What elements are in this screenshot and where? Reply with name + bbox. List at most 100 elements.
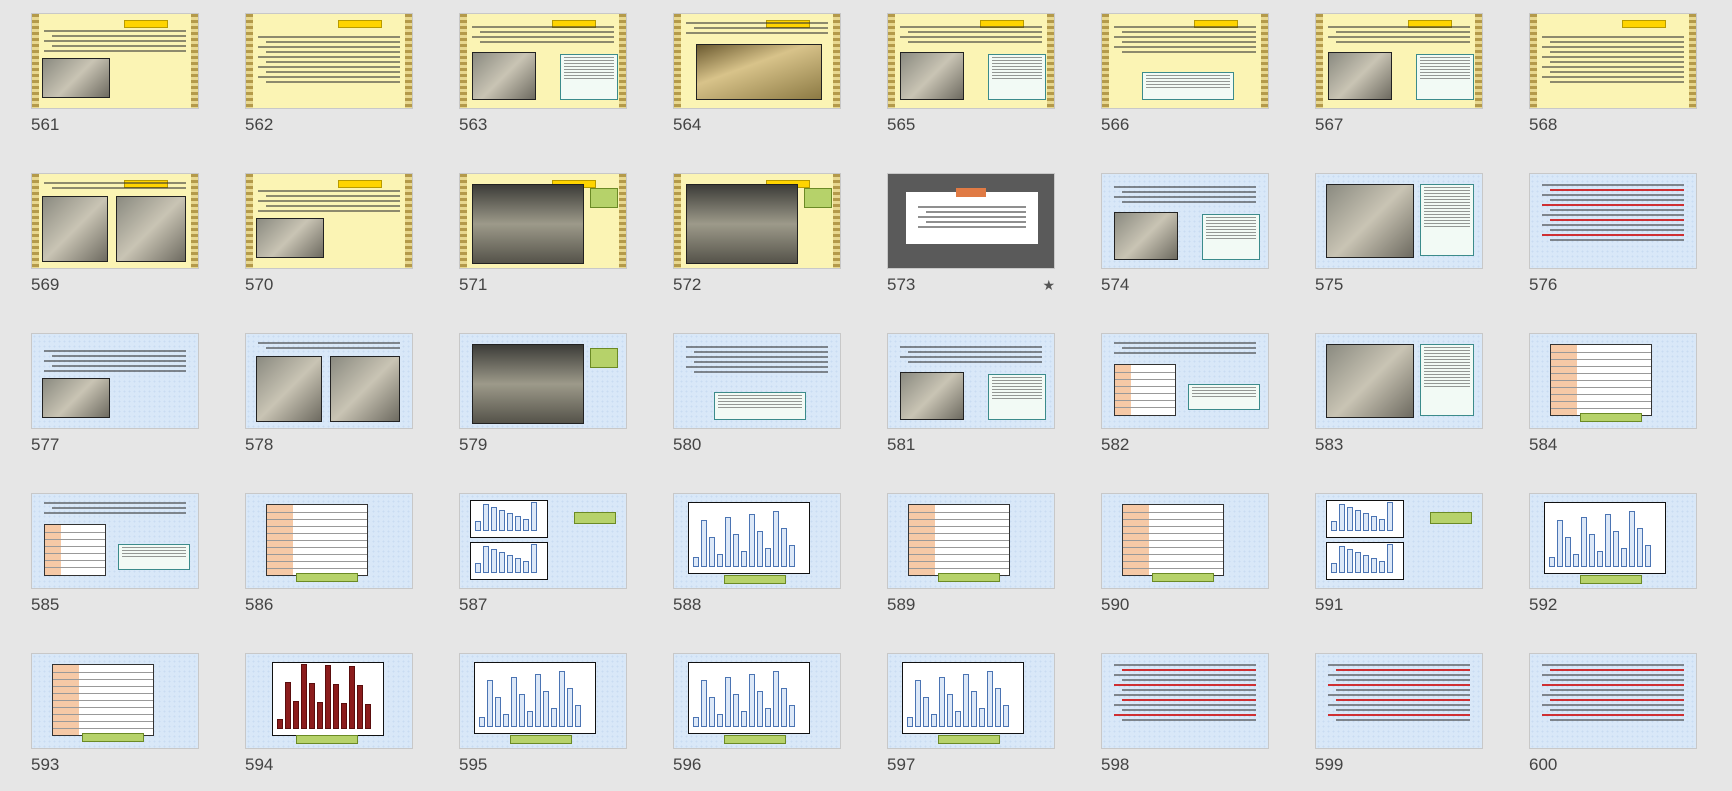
star-icon[interactable]: ★ — [1042, 277, 1055, 294]
slide-thumbnail[interactable] — [887, 493, 1055, 589]
slide-thumbnail[interactable] — [1315, 333, 1483, 429]
table — [52, 664, 154, 736]
slide-image — [1328, 52, 1392, 100]
text-lines — [686, 22, 828, 37]
slide-thumbnail[interactable] — [887, 333, 1055, 429]
slide-number: 581 — [887, 435, 916, 454]
slide-number: 586 — [245, 595, 274, 614]
slide-image — [42, 58, 110, 98]
slide-thumbnail[interactable] — [459, 173, 627, 269]
chart — [902, 662, 1024, 734]
slide-thumbnail[interactable] — [1529, 653, 1697, 749]
slide-thumbnail[interactable] — [245, 653, 413, 749]
slide-thumbnail[interactable] — [1101, 333, 1269, 429]
slide-thumbnail[interactable] — [459, 333, 627, 429]
slide-thumbnail[interactable] — [31, 493, 199, 589]
text-lines — [1114, 342, 1256, 357]
slide-thumbnail[interactable] — [887, 13, 1055, 109]
slide-thumbnail[interactable] — [245, 13, 413, 109]
slide-thumbnail[interactable] — [673, 13, 841, 109]
slide-thumbnail[interactable] — [31, 13, 199, 109]
slide-thumbnail[interactable] — [1101, 653, 1269, 749]
slide-thumbnail[interactable] — [1315, 653, 1483, 749]
table — [44, 524, 106, 576]
slide-thumbnail[interactable] — [1529, 173, 1697, 269]
slide-number: 573 — [887, 275, 916, 294]
text-lines — [1114, 26, 1256, 56]
slide-image — [472, 184, 584, 264]
slide-thumbnail[interactable] — [673, 493, 841, 589]
text-lines — [1542, 184, 1684, 244]
slide-thumbnail[interactable] — [459, 493, 627, 589]
text-lines — [258, 190, 400, 215]
text-lines — [900, 346, 1042, 366]
slide-thumbnail[interactable] — [887, 173, 1055, 269]
slide-thumbnail[interactable] — [673, 333, 841, 429]
slide-number: 574 — [1101, 275, 1130, 294]
chart — [1326, 500, 1404, 538]
table — [908, 504, 1010, 576]
slide-number: 561 — [31, 115, 60, 134]
slide-number: 564 — [673, 115, 702, 134]
slide-thumbnail[interactable] — [1315, 493, 1483, 589]
text-lines — [472, 26, 614, 46]
text-box — [1202, 214, 1260, 260]
slide-thumbnail[interactable] — [31, 333, 199, 429]
caption — [724, 735, 786, 744]
text-lines — [258, 342, 400, 352]
slide-number: 565 — [887, 115, 916, 134]
slide-image — [256, 356, 322, 422]
caption — [938, 573, 1000, 582]
slide-thumbnail[interactable] — [1529, 13, 1697, 109]
slide-thumbnail[interactable] — [1315, 13, 1483, 109]
label-box — [804, 188, 832, 208]
slide-thumbnail[interactable] — [245, 333, 413, 429]
slide-number: 600 — [1529, 755, 1558, 774]
slide-number: 566 — [1101, 115, 1130, 134]
text-lines — [686, 346, 828, 376]
table — [1122, 504, 1224, 576]
text-lines — [44, 182, 186, 192]
slide-thumbnail[interactable] — [1529, 493, 1697, 589]
slide-number: 582 — [1101, 435, 1130, 454]
slide-thumbnail[interactable] — [459, 13, 627, 109]
slide-image — [1326, 344, 1414, 418]
table — [1114, 364, 1176, 416]
slide-thumbnail[interactable] — [1101, 173, 1269, 269]
caption — [938, 735, 1000, 744]
slide-thumbnail[interactable] — [887, 653, 1055, 749]
slide-number: 598 — [1101, 755, 1130, 774]
slide-number: 597 — [887, 755, 916, 774]
heading-tag — [338, 20, 382, 28]
text-lines — [1114, 186, 1256, 206]
slide-image — [696, 44, 822, 100]
caption — [1152, 573, 1214, 582]
slide-thumbnail[interactable] — [245, 173, 413, 269]
slide-number: 577 — [31, 435, 60, 454]
slide-image — [1326, 184, 1414, 258]
slide-thumbnail[interactable] — [245, 493, 413, 589]
caption — [1430, 512, 1472, 524]
slide-thumbnail[interactable] — [673, 173, 841, 269]
text-lines — [44, 502, 186, 517]
slide-thumbnail[interactable] — [31, 653, 199, 749]
slide-thumbnail[interactable] — [31, 173, 199, 269]
slide-thumbnail[interactable] — [1101, 493, 1269, 589]
slide-number: 589 — [887, 595, 916, 614]
slide-thumbnail[interactable] — [459, 653, 627, 749]
text-box — [988, 374, 1046, 420]
caption — [296, 573, 358, 582]
chart — [1544, 502, 1666, 574]
slide-image — [42, 196, 108, 262]
text-lines — [44, 30, 186, 55]
text-lines — [1542, 664, 1684, 724]
slide-thumbnail[interactable] — [673, 653, 841, 749]
slide-number: 590 — [1101, 595, 1130, 614]
heading-tag — [338, 180, 382, 188]
slide-number: 567 — [1315, 115, 1344, 134]
slide-thumbnail[interactable] — [1529, 333, 1697, 429]
chart — [688, 662, 810, 734]
slide-thumbnail[interactable] — [1101, 13, 1269, 109]
slide-thumbnail[interactable] — [1315, 173, 1483, 269]
text-box — [118, 544, 190, 570]
